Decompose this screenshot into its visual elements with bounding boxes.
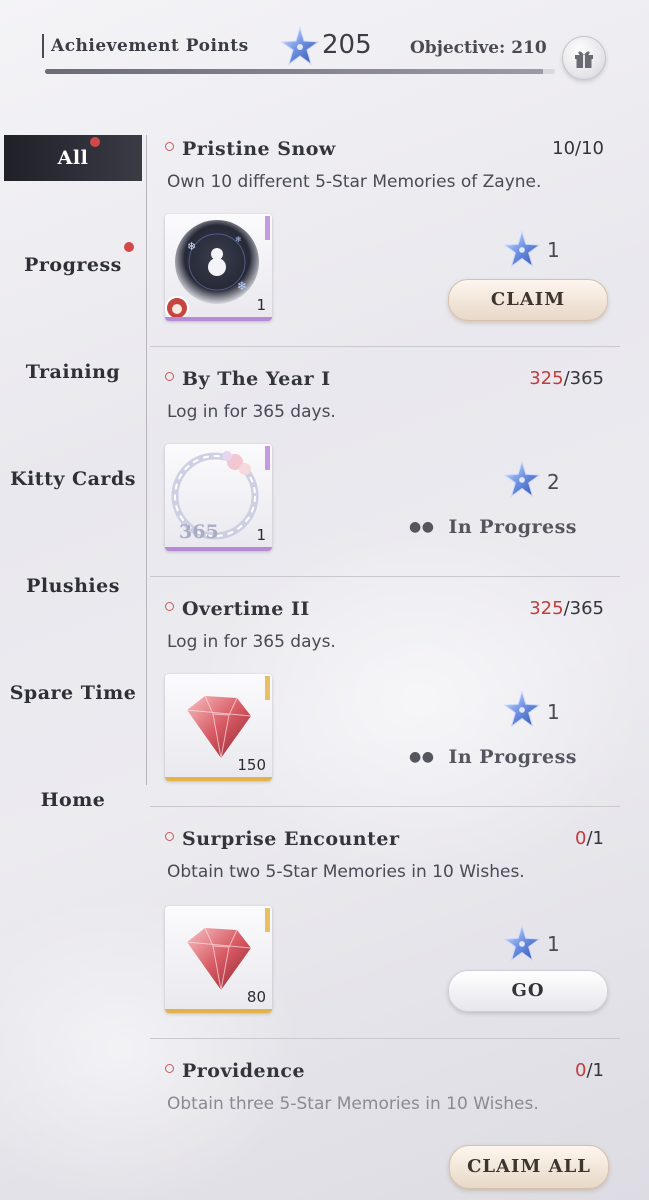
gift-icon [575,51,593,68]
rarity-strip [265,676,270,700]
achievement-entry: Overtime II 325/365 Log in for 365 days.… [165,598,620,798]
divider [150,346,620,347]
rarity-bar [165,1009,272,1013]
sidebar-item-plushies[interactable]: Plushies [0,575,146,597]
page-title: Achievement Points [51,36,249,56]
achievement-title: Providence [165,1060,305,1082]
rarity-bar [165,317,272,321]
achievement-description: Obtain three 5-Star Memories in 10 Wishe… [167,1094,539,1114]
achievement-count: 0/1 [575,828,604,849]
sidebar-item-training[interactable]: Training [0,361,146,383]
achievement-points-value: 205 [322,30,372,60]
sidebar-divider [146,135,147,785]
reward-quantity: 1 [256,526,266,544]
achievement-description: Obtain two 5-Star Memories in 10 Wishes. [167,862,525,882]
frame-year-text: 365 [179,521,219,543]
blue-star-icon [503,460,541,498]
achievement-entry: By The Year I 325/365 Log in for 365 day… [165,368,620,568]
in-progress-status: ●● In Progress [409,516,578,538]
svg-text:❄: ❄ [235,235,242,244]
blue-star-icon [503,924,541,962]
blue-star-icon [503,230,541,268]
star-reward-amount: 1 [547,932,560,956]
sidebar-item-label: Progress [24,254,122,276]
sidebar-item-label: Spare Time [9,682,137,704]
achievement-entry: Providence 0/1 Obtain three 5-Star Memor… [165,1060,620,1130]
reward-item-card[interactable]: 150 [165,674,272,781]
rarity-bar [165,777,272,781]
header: Achievement Points 205 Objective: 210 [0,0,649,90]
bullet-icon [165,1064,174,1073]
rarity-strip [265,446,270,470]
rarity-strip [265,908,270,932]
achievement-title: Surprise Encounter [165,828,400,850]
divider [150,576,620,577]
divider [150,1038,620,1039]
sidebar-item-all[interactable]: All [4,135,142,181]
blue-star-icon [503,690,541,728]
achievement-title: Overtime II [165,598,310,620]
reward-quantity: 80 [246,988,266,1006]
sidebar-item-kitty-cards[interactable]: Kitty Cards [0,468,146,490]
sidebar-item-progress[interactable]: Progress [0,242,146,276]
achievement-count: 0/1 [575,1060,604,1081]
sidebar-item-label: Plushies [26,575,120,597]
objective-label: Objective: 210 [410,38,547,58]
achievement-description: Own 10 different 5-Star Memories of Zayn… [167,172,542,192]
achievement-entry: Surprise Encounter 0/1 Obtain two 5-Star… [165,828,620,1028]
achievement-progress-fill [45,69,543,74]
svg-text:❄: ❄ [187,240,196,253]
rarity-bar [165,547,272,551]
in-progress-status: ●● In Progress [409,746,578,768]
reward-quantity: 150 [237,756,266,774]
bullet-icon [165,602,174,611]
reward-quantity: 1 [256,296,266,314]
star-reward-amount: 2 [547,470,560,494]
bullet-icon [165,372,174,381]
achievement-title: Pristine Snow [165,138,336,160]
dots-icon: ●● [409,749,435,765]
sidebar-item-label: Home [40,789,106,811]
divider [150,806,620,807]
gift-button[interactable] [562,36,606,80]
sidebar-item-label: All [57,147,89,169]
claim-button[interactable]: CLAIM [448,279,608,321]
star-reward-amount: 1 [547,700,560,724]
achievement-description: Log in for 365 days. [167,402,336,422]
bullet-icon [165,832,174,841]
bullet-icon [165,142,174,151]
claim-all-button[interactable]: CLAIM ALL [449,1145,609,1189]
dots-icon: ●● [409,519,435,535]
achievement-count: 325/365 [529,598,604,619]
rarity-strip [265,216,270,240]
notification-dot [90,137,100,147]
achievement-title: By The Year I [165,368,331,390]
achievement-entry: Pristine Snow 10/10 Own 10 different 5-S… [165,138,620,338]
achievement-progress-bar [45,69,555,74]
notification-dot [124,242,134,252]
go-button[interactable]: GO [448,970,608,1012]
sidebar-item-label: Training [25,361,121,383]
header-accent-line [42,34,44,58]
reward-item-card[interactable]: ❄ ❄ ❄ 1 [165,214,272,321]
sidebar-item-spare-time[interactable]: Spare Time [0,682,146,704]
svg-text:❄: ❄ [237,279,247,293]
achievement-description: Log in for 365 days. [167,632,336,652]
sidebar-item-label: Kitty Cards [10,468,136,490]
achievement-count: 325/365 [529,368,604,389]
sidebar-item-home[interactable]: Home [0,789,146,811]
reward-item-card[interactable]: 365 1 [165,444,272,551]
star-reward-amount: 1 [547,238,560,262]
reward-item-card[interactable]: 80 [165,906,272,1013]
achievement-count: 10/10 [552,138,604,159]
blue-star-icon [280,26,320,66]
